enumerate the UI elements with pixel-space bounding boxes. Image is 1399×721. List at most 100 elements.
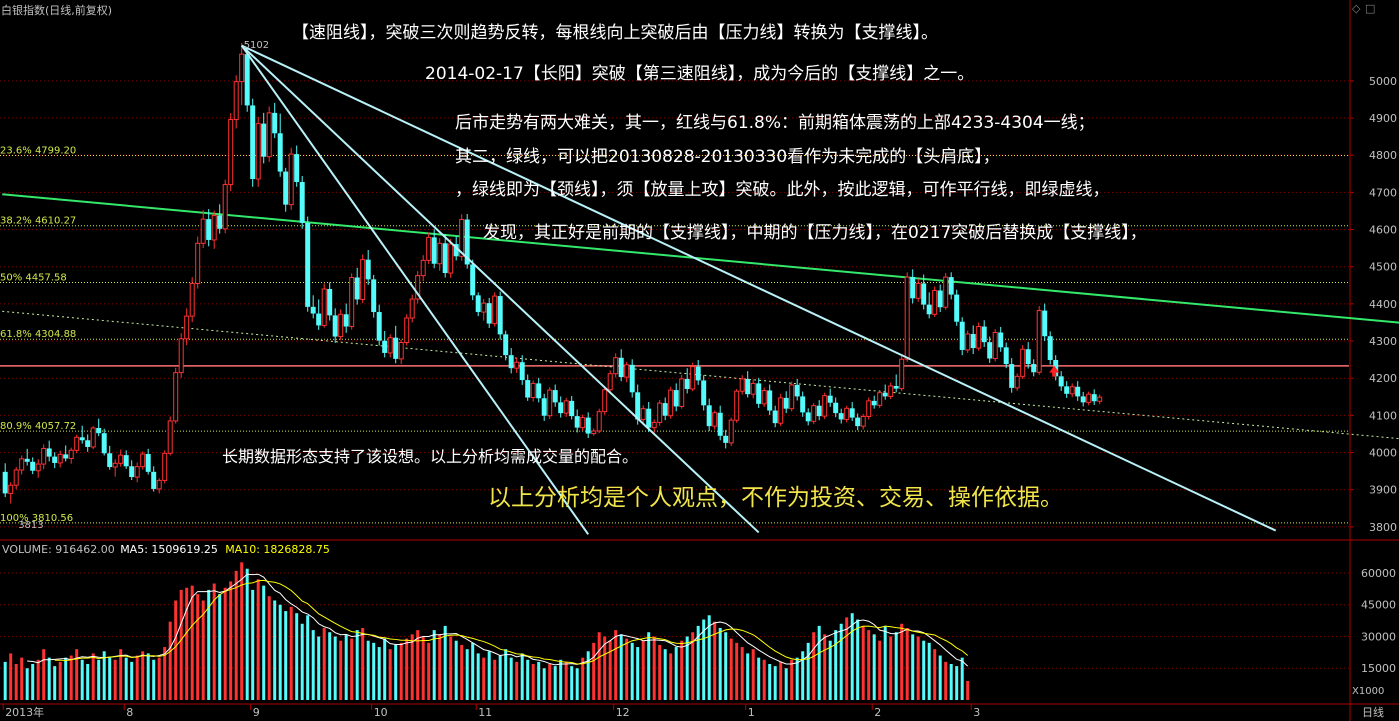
time-tick-label: 10 [374,706,388,719]
candle-body [63,454,69,459]
fib-level-label: 50% 4457.58 [0,272,67,283]
candle-body [723,435,729,443]
candle-body [772,410,778,424]
candle-body [239,53,245,83]
price-tick-label: 4000 [1369,447,1397,460]
candle-body [514,361,520,369]
candle-body [217,215,223,229]
candle-body [35,463,41,472]
candle-body [266,112,272,158]
volume-bar [344,634,348,700]
volume-bar [806,642,810,700]
volume-bar [614,630,618,700]
candle-body [90,427,96,448]
volume-bar [641,640,645,700]
fib-level-label: 23.6% 4799.20 [0,146,76,157]
candle-body [640,408,646,420]
volume-bar [927,642,931,700]
volume-bar [570,666,574,700]
candle-body [866,400,872,417]
volume-bar [724,632,728,700]
volume-bar [735,642,739,700]
candle-body [778,397,784,424]
volume-bar [762,659,766,700]
price-tick-label: 4200 [1369,372,1397,385]
volume-bar [399,642,403,700]
candle-body [41,447,47,465]
candle-body [871,400,877,406]
candle-body [800,396,806,413]
disclaimer-text: 以上分析均是个人观点，不作为投资、交易、操作依据。 [488,485,1063,511]
candle-body [310,306,316,314]
volume-bar [141,651,145,700]
candle-body [833,402,839,414]
volume-bar [157,657,161,700]
price-tick-label: 3800 [1369,521,1397,534]
candle-body [943,276,949,308]
candle-body [431,237,437,264]
volume-bar [729,638,733,700]
candle-body [354,277,360,300]
candle-body [965,333,971,351]
candle-body [954,294,960,322]
candle-body [607,373,613,391]
volume-bar [900,623,904,700]
candle-body [976,326,982,349]
volume-bar [108,657,112,700]
volume-bar [861,625,865,700]
volume-bar [229,581,233,700]
volume-bar [487,651,491,700]
volume-bar [124,657,128,700]
volume-bar [509,657,513,700]
volume-bar [531,664,535,700]
volume-bar [812,632,816,700]
candle-body [899,358,905,390]
volume-bar [174,600,178,700]
annotation-line-6: 发现，其正好是前期的【支撑线】，中期的【压力线】，在0217突破后替换成【支撑线… [483,223,1147,243]
volume-bar [922,640,926,700]
candle-body [316,313,322,326]
candle-body [519,362,525,381]
candle-body [596,411,602,432]
candle-body [79,437,85,441]
volume-bar [273,600,277,700]
candle-body [717,412,723,436]
low-label: 3813 [18,520,43,531]
volume-bar [834,630,838,700]
fib-level-label: 80.9% 4057.72 [0,421,76,432]
annotation-line-2: 2014-02-17【长阳】突破【第三速阻线】，成为今后的【支撑线】之一。 [425,64,975,84]
candle-body [338,313,344,338]
candle-body [211,214,217,241]
volume-bar [223,587,227,700]
candle-body [937,290,943,308]
volume-bar [317,636,321,700]
volume-tick-label: 60000 [1361,567,1396,580]
candle-body [327,289,333,316]
volume-bar [586,651,590,700]
price-tick-label: 4900 [1369,112,1397,125]
candle-body [563,400,569,414]
candle-body [2,471,8,494]
volume-bar [889,636,893,700]
volume-bar [564,661,568,700]
candle-body [112,462,118,468]
volume-bar [86,664,90,700]
volume-bar [652,636,656,700]
chart-canvas[interactable]: 3800 3900 4000 4100 4200 4300 4400 4500 4600 4700… [0,0,1399,721]
time-tick-label: 2013年 [5,705,44,719]
candle-body [1014,375,1020,389]
volume-bar [520,653,524,700]
candle-body [228,119,234,186]
volume-bar [553,666,557,700]
volume-bar [680,640,684,700]
candle-body [552,390,558,403]
candle-body [261,123,267,157]
price-tick-label: 4800 [1369,149,1397,162]
candle-body [536,383,542,399]
volume-bar [674,647,678,700]
candle-body [74,436,80,451]
candle-body [739,378,745,392]
volume-bar [278,604,282,700]
annotation-line-3: 后市走势有两大难关，其一，红线与61.8%：前期箱体震荡的上部4233-4304… [455,113,1095,133]
volume-bar [36,659,40,700]
